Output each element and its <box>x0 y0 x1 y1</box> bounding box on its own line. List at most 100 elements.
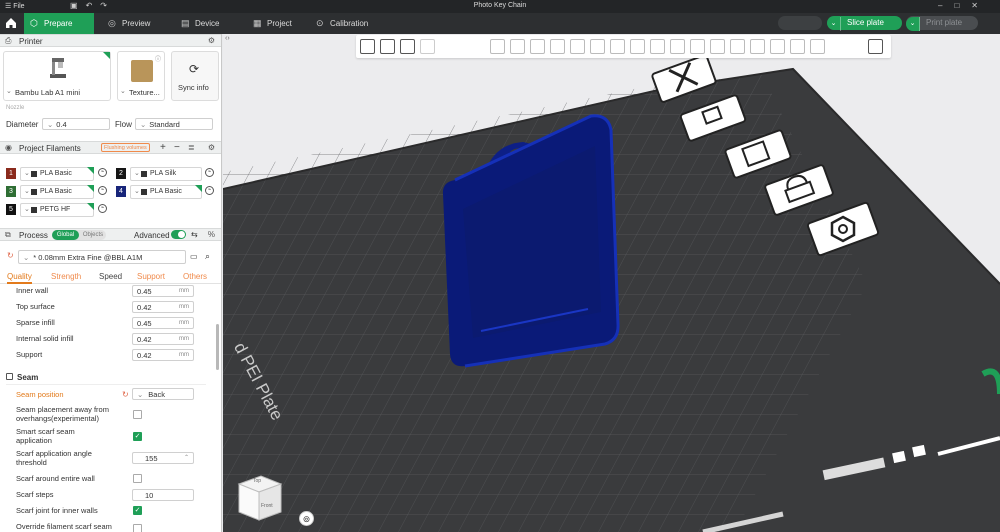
filament-swatch <box>31 207 37 213</box>
tab-quality[interactable]: Quality <box>7 272 32 284</box>
flushing-volumes-button[interactable]: Flushing volumes <box>101 143 150 152</box>
tab-device[interactable]: ▤ Device <box>175 13 243 34</box>
seam-away-checkbox[interactable] <box>133 410 142 419</box>
sparse-infill-label: Sparse infill <box>16 318 55 327</box>
spinner-icon[interactable]: ⌃ <box>184 453 189 464</box>
emboss-icon[interactable] <box>750 39 765 54</box>
svg-icon[interactable] <box>770 39 785 54</box>
tab-support[interactable]: Support <box>137 272 165 281</box>
tab-prepare[interactable]: ⬡ Prepare <box>24 13 94 34</box>
process-preset-select[interactable]: ⌄ * 0.08mm Extra Fine @BBL A1M <box>18 250 186 264</box>
add-part-icon[interactable] <box>360 39 375 54</box>
flow-select[interactable]: ⌄ Standard <box>135 118 213 130</box>
top-surface-input[interactable]: 0.42 mm <box>132 301 194 313</box>
inner-wall-label: Inner wall <box>16 286 49 295</box>
sparse-infill-input[interactable]: 0.45 mm <box>132 317 194 329</box>
global-objects-toggle[interactable]: Global Objects <box>52 230 106 240</box>
override-scarf-checkbox[interactable] <box>133 524 142 532</box>
scrollbar[interactable] <box>216 324 219 370</box>
gear-icon[interactable]: ⚙ <box>208 36 215 45</box>
view-cube-top[interactable]: Top <box>253 478 261 484</box>
cut-icon[interactable] <box>570 39 585 54</box>
text-icon[interactable] <box>650 39 665 54</box>
support-input[interactable]: 0.42 mm <box>132 349 194 361</box>
view-switch-icon[interactable] <box>868 39 883 54</box>
tab-project[interactable]: ▦ Project <box>247 13 315 34</box>
add-icon[interactable]: + <box>160 142 166 153</box>
edit-filament-icon[interactable]: ⌁ <box>98 204 107 213</box>
close-icon[interactable]: ✕ <box>971 1 990 10</box>
minimize-icon[interactable]: – <box>938 1 954 10</box>
measure-icon[interactable] <box>690 39 705 54</box>
gear-icon[interactable]: ⚙ <box>208 143 215 152</box>
scarf-steps-input[interactable]: 10 <box>132 489 194 501</box>
print-plate-button[interactable]: ⌄ Print plate <box>906 16 978 31</box>
chevron-down-icon: ⌄ <box>24 188 30 195</box>
edit-filament-icon[interactable]: ⌁ <box>205 168 214 177</box>
compare-icon[interactable]: ⇆ <box>191 230 198 239</box>
slice-plate-button[interactable]: ⌄ Slice plate <box>827 16 902 31</box>
save-preset-icon[interactable]: ▭ <box>190 252 198 261</box>
tab-speed[interactable]: Speed <box>99 272 122 281</box>
printer-thumbnail-icon <box>50 58 66 78</box>
filament-number: 2 <box>116 168 126 179</box>
printer-card[interactable]: ⌄ Bambu Lab A1 mini <box>3 51 111 101</box>
textured-plate-icon <box>131 60 153 82</box>
ruler-icon[interactable] <box>810 39 825 54</box>
plate-name: Texture... <box>129 88 160 97</box>
scarf-around-checkbox[interactable] <box>133 474 142 483</box>
chevron-down-icon[interactable]: ⌄ <box>827 17 841 31</box>
edit-filament-icon[interactable]: ⌁ <box>98 186 107 195</box>
tab-strength[interactable]: Strength <box>51 272 81 281</box>
reset-icon[interactable]: ↻ <box>7 251 14 260</box>
tab-preview[interactable]: ◎ Preview <box>102 13 170 34</box>
percent-icon[interactable]: % <box>208 230 215 239</box>
smart-scarf-checkbox[interactable]: ✓ <box>133 432 142 441</box>
view-cube[interactable]: Top Front <box>233 470 285 526</box>
add-plate-icon[interactable] <box>380 39 395 54</box>
rotate-icon[interactable] <box>510 39 525 54</box>
assembly-icon[interactable] <box>710 39 725 54</box>
view-mode-toggle[interactable] <box>778 16 822 30</box>
view-cube-front[interactable]: Front <box>261 503 273 509</box>
seam-position-select[interactable]: ⌄ Back <box>132 388 194 400</box>
advanced-toggle[interactable] <box>171 230 186 239</box>
brim-ears-icon[interactable] <box>790 39 805 54</box>
lay-on-face-icon[interactable] <box>550 39 565 54</box>
chevron-down-icon[interactable]: ⌄ <box>906 17 920 31</box>
tab-others[interactable]: Others <box>183 272 207 281</box>
scarf-around-label: Scarf around entire wall <box>16 474 95 483</box>
remove-icon[interactable]: − <box>174 142 180 153</box>
info-icon[interactable]: ⓘ <box>155 54 161 63</box>
search-icon[interactable]: ⌕ <box>205 251 210 262</box>
reset-icon[interactable]: ↻ <box>122 390 129 399</box>
filament-icon: ◉ <box>5 143 12 152</box>
inner-wall-input[interactable]: 0.45 mm <box>132 285 194 297</box>
filament-swatch <box>31 171 37 177</box>
home-icon[interactable] <box>4 16 18 30</box>
scale-icon[interactable] <box>530 39 545 54</box>
preview-icon: ◎ <box>108 18 116 28</box>
layers-icon[interactable]: ≣ <box>188 143 195 152</box>
camera-icon[interactable]: ⊚ <box>299 511 314 526</box>
scarf-inner-checkbox[interactable]: ✓ <box>133 506 142 515</box>
3d-viewport[interactable]: ‹› d PEI Plate Top Front ⊚ <box>223 34 1000 532</box>
tab-calibration[interactable]: ⊙ Calibration <box>310 13 390 34</box>
internal-solid-infill-input[interactable]: 0.42 mm <box>132 333 194 345</box>
diameter-select[interactable]: ⌄ 0.4 <box>42 118 110 130</box>
advanced-label: Advanced <box>134 231 170 240</box>
seam-paint-icon[interactable] <box>630 39 645 54</box>
support-paint-icon[interactable] <box>610 39 625 54</box>
edit-filament-icon[interactable]: ⌁ <box>205 186 214 195</box>
mesh-boolean-icon[interactable] <box>590 39 605 54</box>
arrange-icon[interactable] <box>400 39 415 54</box>
color-paint-icon[interactable] <box>670 39 685 54</box>
plate-card[interactable]: ⓘ ⌄ Texture... <box>117 51 165 101</box>
move-icon[interactable] <box>490 39 505 54</box>
edit-filament-icon[interactable]: ⌁ <box>98 168 107 177</box>
maximize-icon[interactable]: □ <box>954 1 971 10</box>
variable-layer-icon[interactable] <box>730 39 745 54</box>
sync-info-button[interactable]: ⟳ Sync info <box>171 51 219 101</box>
split-icon[interactable] <box>420 39 435 54</box>
scarf-angle-input[interactable]: 155 ⌃ <box>132 452 194 464</box>
